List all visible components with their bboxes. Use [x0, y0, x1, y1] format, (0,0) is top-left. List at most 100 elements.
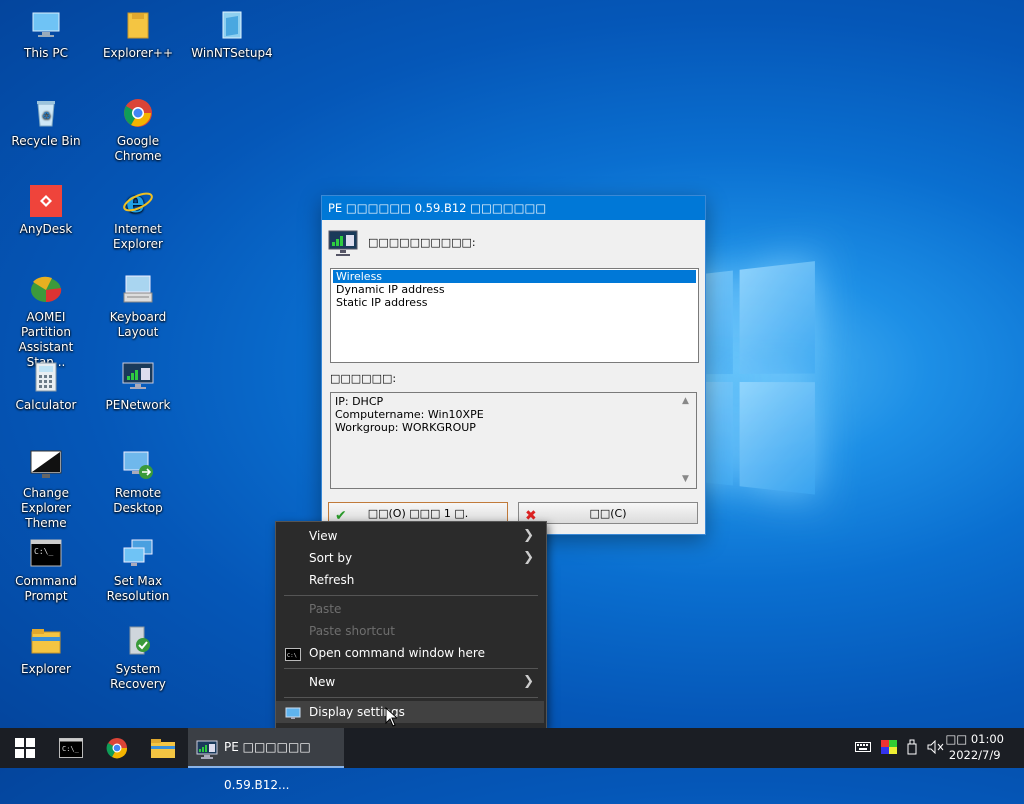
desktop-icon-label: Explorer — [21, 662, 71, 676]
keyboard-icon[interactable] — [855, 741, 871, 755]
scroll-down-icon[interactable]: ▼ — [682, 473, 689, 486]
chevron-right-icon: ❯ — [523, 674, 534, 689]
resolution-icon — [121, 536, 155, 570]
taskbar-chrome-button[interactable] — [94, 728, 140, 768]
desktop-icon-explorer[interactable]: Explorer — [2, 624, 90, 677]
menu-item-label: Paste — [309, 602, 342, 616]
info-scrollbar[interactable]: ▲ ▼ — [682, 395, 694, 486]
taskbar-explorer-button[interactable] — [140, 728, 186, 768]
aomei-icon — [29, 272, 63, 306]
menu-separator — [284, 668, 538, 669]
chrome-icon — [106, 738, 128, 759]
keyboard-icon — [121, 272, 155, 306]
desktop-icon-label: Remote Desktop — [113, 486, 163, 515]
cmd-icon: C:\_ — [29, 536, 63, 570]
setup-icon — [215, 8, 249, 42]
menu-item-label: View — [309, 529, 338, 543]
desktop-icon-label: Keyboard Layout — [109, 310, 167, 339]
explorer-icon — [29, 624, 63, 658]
desktop-icon-aomei[interactable]: AOMEI Partition Assistant Stan... — [2, 272, 90, 370]
usb-icon[interactable] — [907, 739, 917, 758]
list-item-dynamic-ip[interactable]: Dynamic IP address — [333, 283, 696, 296]
network-icon — [121, 360, 155, 394]
desktop-icon-anydesk[interactable]: AnyDesk — [2, 184, 90, 237]
scroll-up-icon[interactable]: ▲ — [682, 395, 689, 408]
info-line: Computername: Win10XPE — [335, 408, 484, 421]
menu-item-open-command-window[interactable]: C:\ Open command window here — [276, 642, 544, 664]
mouse-cursor-icon — [385, 706, 399, 730]
desktop-icon-label: AnyDesk — [19, 222, 73, 236]
menu-item-label: New — [309, 675, 336, 689]
info-label: □□□□□□: — [330, 372, 397, 385]
list-item-wireless[interactable]: Wireless — [333, 270, 696, 283]
calculator-icon — [29, 360, 63, 394]
connection-type-list[interactable]: Wireless Dynamic IP address Static IP ad… — [330, 268, 699, 363]
menu-item-refresh[interactable]: Refresh — [276, 569, 544, 591]
ok-button-label: □□(O) □□□ 1 □. — [367, 507, 469, 520]
info-textbox[interactable]: IP: DHCP Computername: Win10XPE Workgrou… — [330, 392, 697, 489]
desktop-icon-label: Command Prompt — [15, 574, 77, 603]
menu-item-sort-by[interactable]: Sort by ❯ — [276, 547, 544, 569]
menu-item-label: Open command window here — [309, 646, 485, 660]
svg-text:C:\_: C:\_ — [62, 745, 80, 753]
desktop-icon-label: System Recovery — [110, 662, 166, 691]
chevron-right-icon: ❯ — [523, 550, 534, 565]
desktop-icon-winntsetup[interactable]: WinNTSetup4 — [188, 8, 276, 61]
taskbar-cmd-button[interactable]: C:\_ — [48, 728, 94, 768]
network-icon — [328, 230, 358, 261]
chrome-icon — [121, 96, 155, 130]
desktop-icon-change-explorer-theme[interactable]: Change Explorer Theme — [2, 448, 90, 531]
desktop-icon-label: Explorer++ — [102, 46, 174, 60]
desktop-icon-set-max-resolution[interactable]: Set Max Resolution — [94, 536, 182, 604]
desktop-icon-google-chrome[interactable]: Google Chrome — [94, 96, 182, 164]
menu-item-display-settings[interactable]: Display settings — [276, 701, 544, 723]
desktop-icon-label: PENetwork — [105, 398, 171, 412]
menu-item-paste-shortcut[interactable]: Paste shortcut — [276, 620, 544, 642]
desktop-icon-label: WinNTSetup4 — [191, 46, 273, 60]
cancel-button-label: □□(C) — [589, 507, 627, 520]
pc-icon — [29, 8, 63, 42]
taskbar-pe-network-app[interactable]: PE □□□□□□ 0.59.B12... — [188, 728, 344, 792]
menu-item-new[interactable]: New ❯ — [276, 671, 544, 693]
desktop-icon-penetwork[interactable]: PENetwork — [94, 360, 182, 413]
dialog-heading: □□□□□□□□□□: — [368, 236, 476, 249]
start-button[interactable] — [2, 728, 48, 768]
clock-date: 2022/7/9 — [948, 748, 1001, 762]
menu-item-paste[interactable]: Paste — [276, 598, 544, 620]
desktop-icon-command-prompt[interactable]: C:\_ Command Prompt — [2, 536, 90, 604]
volume-muted-icon[interactable] — [927, 739, 945, 757]
menu-item-label: Refresh — [309, 573, 355, 587]
desktop-icon-this-pc[interactable]: This PC — [2, 8, 90, 61]
recycle-bin-icon: ♻ — [29, 96, 63, 130]
cmd-icon: C:\ — [285, 646, 301, 661]
remote-desktop-icon — [121, 448, 155, 482]
theme-icon — [29, 448, 63, 482]
menu-separator — [284, 595, 538, 596]
desktop-icon-label: Set Max Resolution — [106, 574, 170, 603]
svg-text:C:\_: C:\_ — [34, 547, 53, 556]
desktop-icon-label: Google Chrome — [114, 134, 162, 163]
list-item-static-ip[interactable]: Static IP address — [333, 296, 696, 309]
menu-item-view[interactable]: View ❯ — [276, 525, 544, 547]
desktop-context-menu: View ❯ Sort by ❯ Refresh Paste Paste sho… — [275, 521, 547, 729]
dialog-title[interactable]: PE □□□□□□ 0.59.B12 □□□□□□□ — [322, 196, 705, 220]
desktop-icon-label: Internet Explorer — [113, 222, 163, 251]
info-line: IP: DHCP — [335, 395, 384, 408]
recovery-icon — [121, 624, 155, 658]
color-display-icon[interactable] — [881, 739, 897, 757]
desktop-icon-remote-desktop[interactable]: Remote Desktop — [94, 448, 182, 516]
clock[interactable]: □□ 01:00 2022/7/9 — [945, 731, 1004, 763]
pe-network-dialog: PE □□□□□□ 0.59.B12 □□□□□□□ □□□□□□□□□□: W… — [321, 195, 706, 535]
cmd-icon: C:\_ — [59, 738, 83, 758]
display-icon — [285, 705, 301, 719]
desktop-icon-internet-explorer[interactable]: e Internet Explorer — [94, 184, 182, 252]
info-line: Workgroup: WORKGROUP — [335, 421, 476, 434]
desktop-icon-system-recovery[interactable]: System Recovery — [94, 624, 182, 692]
desktop-icon-calculator[interactable]: Calculator — [2, 360, 90, 413]
folder-icon — [151, 739, 175, 758]
desktop-icon-keyboard-layout[interactable]: Keyboard Layout — [94, 272, 182, 340]
desktop-icon-recycle-bin[interactable]: ♻ Recycle Bin — [2, 96, 90, 149]
desktop-icon-label: Recycle Bin — [11, 134, 81, 148]
desktop-icon-explorer-plus[interactable]: Explorer++ — [94, 8, 182, 61]
ie-icon: e — [121, 184, 155, 218]
